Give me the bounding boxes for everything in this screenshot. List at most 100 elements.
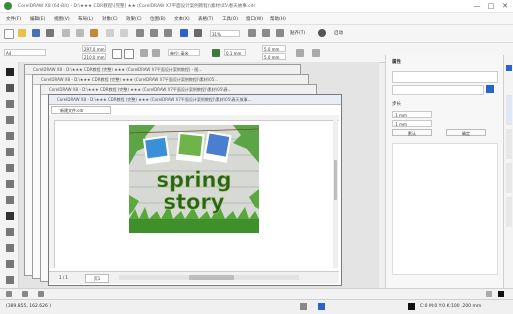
menu-edit[interactable]: 编辑(E) [30,16,45,22]
undo-icon[interactable] [106,29,114,37]
duplicate-x-field[interactable]: 5.0 mm [262,45,286,52]
menu-bar: 文件(F) 编辑(E) 视图(V) 布局(L) 对象(C) 效果(C) 位图(B… [0,13,513,25]
spring-story-artwork[interactable]: spring story [129,125,259,233]
page-tab[interactable]: 页1 [85,274,109,283]
vertical-scrollbar[interactable] [333,120,338,268]
document-tab[interactable]: 新建文件.cdr [51,106,111,114]
fit-page-icon[interactable] [22,291,28,297]
docker-tab-2[interactable] [506,129,512,159]
duplicate-y-field[interactable]: 5.0 mm [262,53,286,60]
zoom-level-field[interactable]: 31% [210,30,240,37]
zoom-tool-icon[interactable] [6,116,14,124]
menu-bitmaps[interactable]: 位图(B) [150,16,166,22]
docker-tab-1[interactable] [506,95,512,125]
docker-header: 属性 [392,60,401,65]
document-workspace: CorelDRAW X8 - D:\★★★ CDR教程 (完整) ★★★ (Co… [19,62,379,288]
close-button[interactable]: ✕ [500,2,510,10]
window-title: CorelDRAW X8 (64-Bit) - D:\★★★ CDR教程\[完整… [18,4,256,9]
shape-tool-icon[interactable] [6,84,14,92]
palette-swatch-blue[interactable] [506,65,512,71]
menu-object[interactable]: 对象(C) [102,16,118,22]
docker-tab-4[interactable] [506,197,512,227]
portrait-icon[interactable] [112,49,122,59]
color-proof-icon[interactable] [318,303,325,310]
menu-layout[interactable]: 布局(L) [78,16,93,22]
menu-text[interactable]: 文本(X) [174,16,190,22]
snap-to-dropdown[interactable]: 贴齐(T) [290,30,305,36]
options-icon[interactable] [312,49,320,57]
fill-icon[interactable] [486,291,492,297]
page-width-field[interactable]: 297.0 mm [82,45,106,52]
vertical-ruler [49,120,55,268]
show-grid-icon[interactable] [276,29,284,37]
drop-shadow-icon[interactable] [6,260,14,268]
rectangle-tool-icon[interactable] [6,164,14,172]
freehand-tool-icon[interactable] [6,132,14,140]
paper-size-select[interactable]: A4 [4,49,46,56]
horizontal-scroll-thumb[interactable] [189,275,234,280]
minimize-button[interactable]: — [472,2,482,10]
page-height-field[interactable]: 210.0 mm [82,53,106,60]
options-gear-icon[interactable] [318,29,326,37]
parallel-dimension-icon[interactable] [6,228,14,236]
open-folder-icon[interactable] [18,29,26,37]
polygon-tool-icon[interactable] [6,196,14,204]
toolbox [0,62,19,288]
menu-table[interactable]: 表格(T) [198,16,213,22]
print-icon[interactable] [46,29,54,37]
menu-help[interactable]: 帮助(H) [270,16,286,22]
maximize-button[interactable]: □ [486,2,496,10]
horizontal-scrollbar[interactable] [119,275,299,280]
ellipse-tool-icon[interactable] [6,180,14,188]
color-swatch[interactable] [486,85,494,93]
units-select[interactable]: 单位: 毫米 [168,49,200,56]
all-pages-icon[interactable] [140,49,148,57]
artistic-media-icon[interactable] [6,148,14,156]
default-button[interactable]: 默认 [392,129,432,136]
crop-tool-icon[interactable] [6,100,14,108]
landscape-icon[interactable] [124,49,134,59]
outline-color-icon[interactable] [498,291,504,297]
set-as-default-icon[interactable] [296,49,304,57]
export-icon[interactable] [164,29,172,37]
ok-button[interactable]: 确定 [446,129,486,136]
fill-status-icon [300,303,307,310]
copy-icon[interactable] [76,29,84,37]
pan-icon[interactable] [6,291,12,297]
current-page-icon[interactable] [152,49,160,57]
nudge-distance-field[interactable]: 0.1 mm [224,49,246,56]
import-icon[interactable] [150,29,158,37]
pick-tool-icon[interactable] [6,68,14,76]
full-screen-icon[interactable] [248,29,256,37]
paste-icon[interactable] [90,29,98,37]
step-field-1[interactable]: .1 mm [392,111,432,118]
menu-file[interactable]: 文件(F) [6,16,21,22]
launch-dropdown[interactable]: 启动 [334,30,343,36]
application-launcher-icon[interactable] [194,29,202,37]
show-rulers-icon[interactable] [262,29,270,37]
page-counter[interactable]: 1 / 1 [59,275,68,280]
new-document-icon[interactable] [4,29,14,39]
menu-tools[interactable]: 工具(O) [222,16,238,22]
menu-effects[interactable]: 效果(C) [126,16,142,22]
vertical-scroll-thumb[interactable] [334,160,337,200]
menu-window[interactable]: 窗口(W) [246,16,263,22]
save-icon[interactable] [32,29,40,37]
nudge-icon [212,49,220,57]
menu-view[interactable]: 视图(V) [54,16,70,22]
eyedropper-icon[interactable] [6,276,14,284]
step-field-2[interactable]: .1 mm [392,120,432,127]
publish-pdf-icon[interactable] [180,29,188,37]
docker-tab-3[interactable] [506,163,512,193]
docker-toolbar [392,71,498,83]
text-tool-icon[interactable] [6,212,14,220]
horizontal-ruler [49,115,339,121]
status-bar: (389.855, 162.626 ) C:0 M:0 Y:0 K:100 .2… [0,299,513,314]
cut-icon[interactable] [62,29,70,37]
active-document-window[interactable]: CorelDRAW X8 - D:\★★★ CDR教程 (完整) ★★★ (Co… [48,94,342,286]
navigator-icon[interactable] [38,291,44,297]
connector-tool-icon[interactable] [6,244,14,252]
redo-icon[interactable] [120,29,128,37]
search-content-icon[interactable] [136,29,144,37]
docker-select[interactable] [392,85,484,95]
